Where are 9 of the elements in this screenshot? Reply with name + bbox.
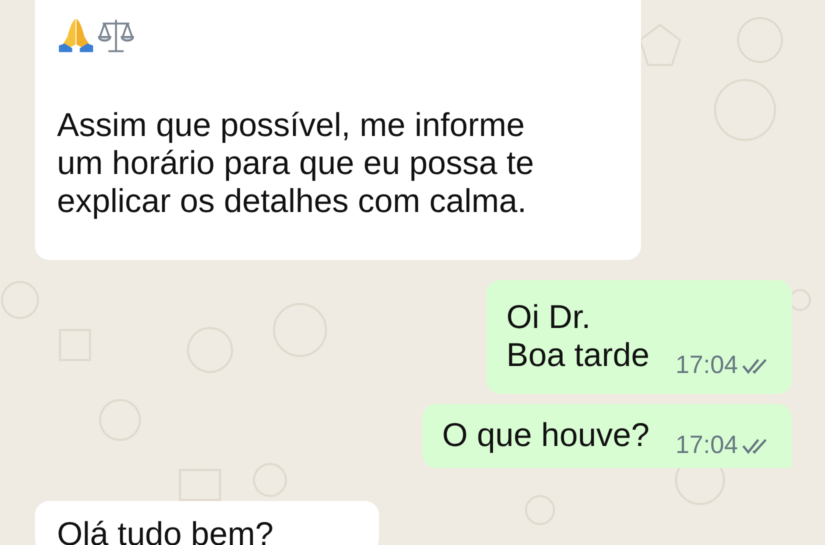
praying-hands-icon (57, 16, 95, 54)
message-text: O que houve? (442, 416, 650, 454)
message-time: 17:04 (675, 431, 738, 460)
message-text: Boa tarde (506, 336, 650, 374)
message-text: explicar os detalhes com calma. (57, 182, 528, 220)
message-time: 17:04 (675, 351, 738, 380)
message-text: Assim que possível, me informe (57, 106, 526, 144)
message-text: Oi Dr. (506, 298, 592, 336)
message-text: um horário para que eu possa te (57, 144, 535, 182)
